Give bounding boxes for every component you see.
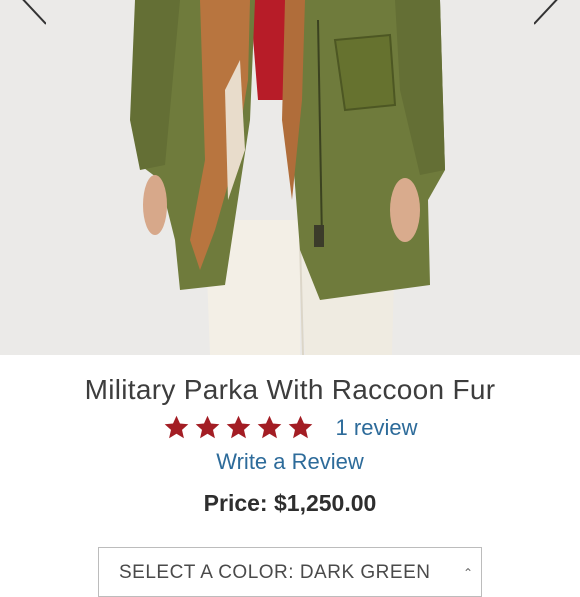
product-image (0, 0, 580, 355)
star-icon (288, 415, 312, 439)
star-icon (164, 415, 188, 439)
price-label: Price: (203, 490, 268, 516)
chevron-left-icon[interactable] (2, 0, 46, 30)
star-icon (195, 415, 219, 439)
write-review-link[interactable]: Write a Review (0, 447, 580, 477)
product-title: Military Parka With Raccoon Fur (84, 374, 496, 405)
star-rating (163, 414, 314, 441)
star-icon (226, 415, 250, 439)
rating-row: 1 review (0, 414, 580, 441)
caret-up-icon: ⌃ (462, 566, 473, 580)
color-select-label: SELECT A COLOR: DARK GREEN (119, 562, 431, 583)
price: Price: $1,250.00 (0, 487, 580, 519)
review-count-link[interactable]: 1 review (336, 415, 418, 441)
parka-photo (0, 0, 580, 355)
chevron-right-icon[interactable] (534, 0, 578, 30)
star-icon (257, 415, 281, 439)
color-select[interactable]: SELECT A COLOR: DARK GREEN ⌃ (98, 547, 482, 597)
price-value: $1,250.00 (274, 490, 377, 516)
